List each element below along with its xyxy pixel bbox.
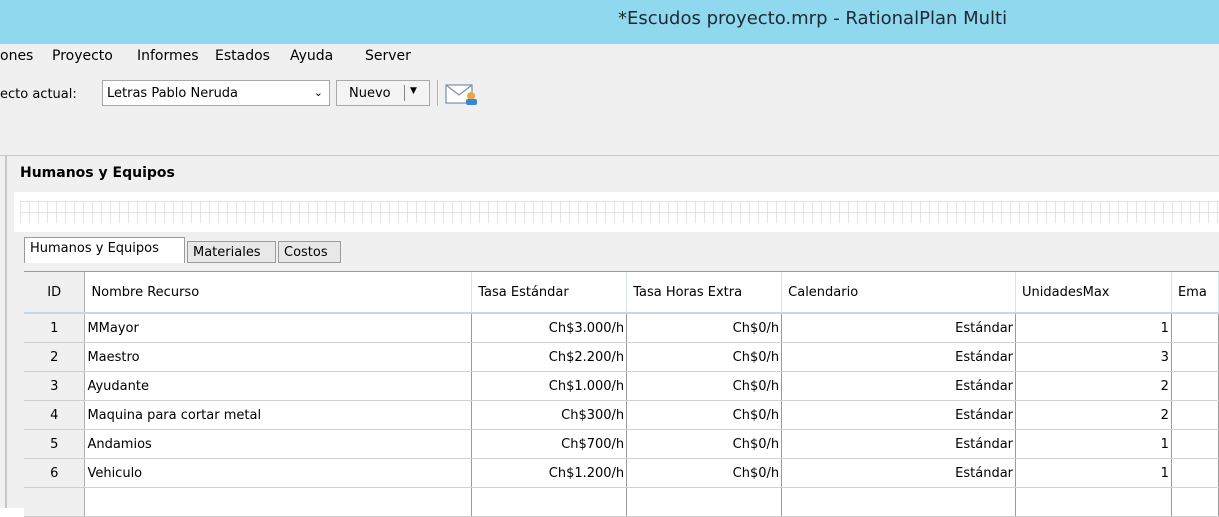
menu-bar: ones Proyecto Informes Estados Ayuda Ser… [0,44,1219,70]
cell-calendario[interactable]: Estándar [781,429,1017,459]
cell-tasa-estandar[interactable]: Ch$3.000/h [471,313,628,343]
tab-humanos-y-equipos[interactable]: Humanos y Equipos [24,237,185,263]
cell-email[interactable] [1171,342,1219,372]
cell-tasa-horas-extra[interactable]: Ch$0/h [626,458,783,488]
cell-email[interactable] [1171,429,1219,459]
cell-tasa-horas-extra[interactable]: Ch$0/h [626,371,783,401]
tab-label: Costos [284,245,328,260]
tab-materiales[interactable]: Materiales [187,241,276,263]
cell-calendario[interactable]: Estándar [781,400,1017,430]
table-row[interactable]: 1 MMayor Ch$3.000/h Ch$0/h Estándar 1 [24,313,1219,343]
project-select[interactable]: Letras Pablo Neruda ⌄ [102,80,330,106]
cell-email[interactable] [1171,458,1219,488]
menu-ayuda[interactable]: Ayuda [290,48,333,64]
row-id[interactable]: 5 [24,429,86,459]
column-header-email[interactable]: Ema [1171,272,1219,314]
cell-nombre[interactable]: MMayor [84,313,473,343]
toolbar-divider [437,80,438,106]
cell-unidades-max[interactable]: 2 [1015,400,1172,430]
table-row[interactable]: 5 Andamios Ch$700/h Ch$0/h Estándar 1 [24,429,1219,459]
column-header-tasa-horas-extra[interactable]: Tasa Horas Extra [626,272,783,314]
column-header-id[interactable]: ID [24,272,86,314]
cell-empty[interactable] [84,487,473,517]
menu-server[interactable]: Server [365,48,411,64]
menu-opciones[interactable]: ones [0,48,33,64]
cell-email[interactable] [1171,400,1219,430]
cell-tasa-estandar[interactable]: Ch$2.200/h [471,342,628,372]
cell-empty[interactable] [1171,487,1219,517]
tab-costos[interactable]: Costos [278,241,341,263]
cell-calendario[interactable]: Estándar [781,371,1017,401]
dropdown-arrow-icon[interactable]: ▼ [410,86,417,96]
cell-empty[interactable] [1015,487,1172,517]
split-divider [404,85,405,101]
tab-label: Humanos y Equipos [30,241,159,256]
cell-nombre[interactable]: Ayudante [84,371,473,401]
tab-label: Materiales [193,245,261,260]
table-header-row: ID Nombre Recurso Tasa Estándar Tasa Hor… [24,272,1219,314]
row-id[interactable]: 6 [24,458,86,488]
column-header-tasa-estandar[interactable]: Tasa Estándar [471,272,628,314]
row-id-empty[interactable] [24,487,86,517]
column-header-nombre[interactable]: Nombre Recurso [84,272,473,314]
cell-tasa-horas-extra[interactable]: Ch$0/h [626,313,783,343]
window-title: *Escudos proyecto.mrp - RationalPlan Mul… [618,8,1008,29]
cell-tasa-estandar[interactable]: Ch$700/h [471,429,628,459]
mail-send-icon[interactable] [444,82,480,106]
cell-unidades-max[interactable]: 1 [1015,429,1172,459]
new-split-button[interactable]: Nuevo ▼ [336,80,430,106]
cell-empty[interactable] [471,487,628,517]
table-row[interactable]: 6 Vehiculo Ch$1.200/h Ch$0/h Estándar 1 [24,458,1219,488]
section-title: Humanos y Equipos [20,165,175,181]
cell-email[interactable] [1171,371,1219,401]
cell-unidades-max[interactable]: 1 [1015,313,1172,343]
cell-tasa-estandar[interactable]: Ch$300/h [471,400,628,430]
table-row[interactable]: 2 Maestro Ch$2.200/h Ch$0/h Estándar 3 [24,342,1219,372]
menu-proyecto[interactable]: Proyecto [52,48,113,64]
row-id[interactable]: 2 [24,342,86,372]
left-gutter [0,156,14,508]
cell-tasa-estandar[interactable]: Ch$1.000/h [471,371,628,401]
cell-unidades-max[interactable]: 2 [1015,371,1172,401]
table-row-new[interactable] [24,487,1219,517]
cell-nombre[interactable]: Andamios [84,429,473,459]
cell-calendario[interactable]: Estándar [781,458,1017,488]
resources-grid: ID Nombre Recurso Tasa Estándar Tasa Hor… [24,271,1219,517]
toolbar: ecto actual: Letras Pablo Neruda ⌄ Nuevo… [0,70,1219,156]
cell-empty[interactable] [781,487,1017,517]
cell-calendario[interactable]: Estándar [781,342,1017,372]
column-header-unidades-max[interactable]: UnidadesMax [1015,272,1172,314]
project-label: ecto actual: [0,87,77,102]
table-row[interactable]: 3 Ayudante Ch$1.000/h Ch$0/h Estándar 2 [24,371,1219,401]
resources-table: ID Nombre Recurso Tasa Estándar Tasa Hor… [24,272,1219,517]
timeline-ruler [14,192,1219,232]
title-bar: *Escudos proyecto.mrp - RationalPlan Mul… [0,0,1219,44]
chevron-down-icon: ⌄ [313,86,323,99]
row-id[interactable]: 1 [24,313,86,343]
cell-nombre[interactable]: Maestro [84,342,473,372]
menu-estados[interactable]: Estados [215,48,270,64]
cell-nombre[interactable]: Vehiculo [84,458,473,488]
row-id[interactable]: 3 [24,371,86,401]
cell-tasa-horas-extra[interactable]: Ch$0/h [626,342,783,372]
column-header-calendario[interactable]: Calendario [781,272,1017,314]
ruler-grid [20,201,1219,223]
new-button-label: Nuevo [349,86,391,101]
menu-informes[interactable]: Informes [137,48,199,64]
cell-tasa-horas-extra[interactable]: Ch$0/h [626,429,783,459]
cell-calendario[interactable]: Estándar [781,313,1017,343]
cell-tasa-estandar[interactable]: Ch$1.200/h [471,458,628,488]
project-select-value: Letras Pablo Neruda [107,86,239,101]
table-row[interactable]: 4 Maquina para cortar metal Ch$300/h Ch$… [24,400,1219,430]
cell-unidades-max[interactable]: 1 [1015,458,1172,488]
cell-nombre[interactable]: Maquina para cortar metal [84,400,473,430]
splitter[interactable] [5,156,7,508]
cell-empty[interactable] [626,487,783,517]
cell-tasa-horas-extra[interactable]: Ch$0/h [626,400,783,430]
cell-email[interactable] [1171,313,1219,343]
section-header: Humanos y Equipos [14,156,1219,192]
cell-unidades-max[interactable]: 3 [1015,342,1172,372]
row-id[interactable]: 4 [24,400,86,430]
